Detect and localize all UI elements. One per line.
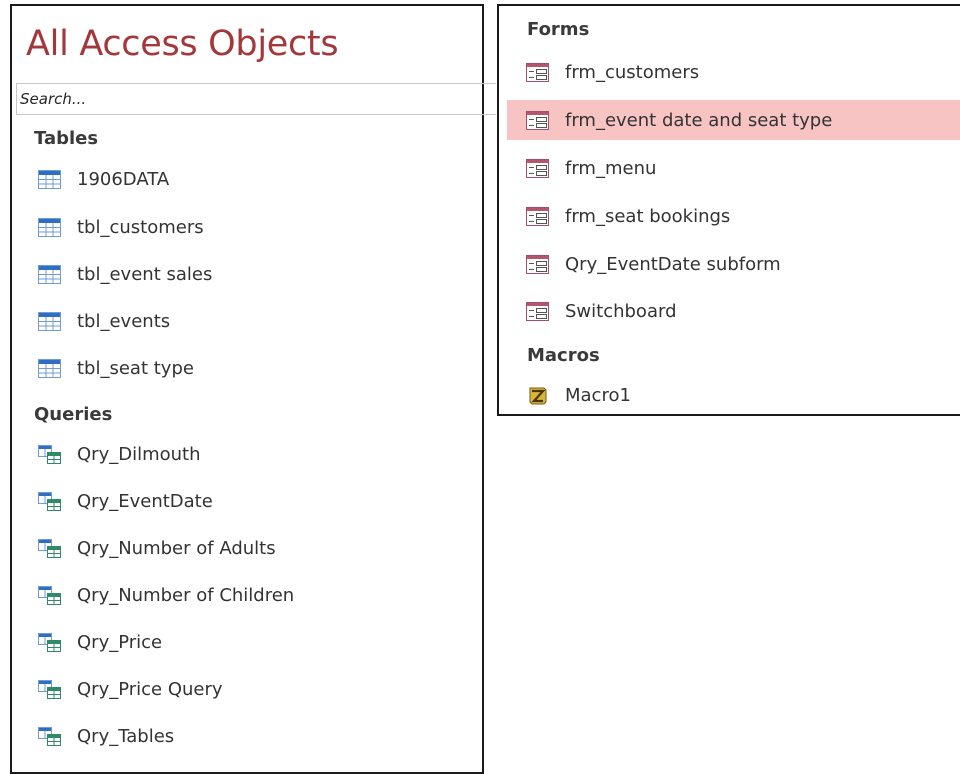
list-item-table[interactable]: tbl_event sales (34, 254, 474, 294)
query-label: Qry_Tables (77, 725, 175, 747)
list-item-form[interactable]: frm_menu (507, 148, 960, 188)
table-icon (38, 217, 61, 237)
list-item-table[interactable]: tbl_events (34, 301, 474, 341)
table-label: 1906DATA (77, 168, 170, 190)
list-item-query[interactable]: Qry_Price Query (34, 669, 474, 709)
form-icon (526, 206, 549, 226)
search-box[interactable] (16, 83, 496, 115)
navigation-pane-right: Forms frm_customers frm_event date and s… (497, 4, 960, 416)
list-item-table[interactable]: tbl_customers (34, 207, 474, 247)
query-icon (38, 585, 61, 605)
group-header-forms[interactable]: Forms (527, 19, 589, 40)
query-icon (38, 679, 61, 699)
macro-label: Macro1 (565, 384, 631, 406)
group-header-queries[interactable]: Queries (34, 404, 112, 425)
group-header-macros[interactable]: Macros (527, 345, 600, 366)
pane-title[interactable]: All Access Objects (26, 24, 339, 64)
table-icon (38, 358, 61, 378)
search-input[interactable] (20, 90, 496, 108)
table-label: tbl_event sales (77, 263, 213, 285)
list-item-query[interactable]: Qry_Price (34, 622, 474, 662)
list-item-query[interactable]: Qry_Number of Children (34, 575, 474, 615)
query-label: Qry_EventDate (77, 490, 213, 512)
query-icon (38, 726, 61, 746)
form-icon (526, 254, 549, 274)
form-icon (526, 110, 549, 130)
table-label: tbl_events (77, 310, 171, 332)
list-item-table[interactable]: 1906DATA (34, 159, 474, 199)
query-icon (38, 491, 61, 511)
form-icon (526, 62, 549, 82)
list-item-form[interactable]: frm_seat bookings (507, 196, 960, 236)
form-icon (526, 301, 549, 321)
query-label: Qry_Number of Adults (77, 537, 276, 559)
list-item-query[interactable]: Qry_Number of Adults (34, 528, 474, 568)
list-item-query[interactable]: Qry_EventDate (34, 481, 474, 521)
list-item-table[interactable]: tbl_seat type (34, 348, 474, 388)
navigation-pane-left: All Access Objects Tables 1906DATA tbl_c… (10, 4, 496, 774)
query-icon (38, 444, 61, 464)
table-icon (38, 169, 61, 189)
list-item-form[interactable]: Switchboard (507, 291, 960, 331)
query-label: Qry_Price (77, 631, 163, 653)
list-item-query[interactable]: Qry_Dilmouth (34, 434, 474, 474)
table-label: tbl_customers (77, 216, 204, 238)
table-icon (38, 311, 61, 331)
list-item-form[interactable]: frm_customers (507, 52, 960, 92)
form-label: Qry_EventDate subform (565, 253, 781, 275)
list-item-macro[interactable]: Macro1 (507, 375, 960, 415)
list-item-form-selected[interactable]: frm_event date and seat type (507, 100, 960, 140)
query-label: Qry_Price Query (77, 678, 223, 700)
form-label: frm_seat bookings (565, 205, 731, 227)
list-item-form[interactable]: Qry_EventDate subform (507, 244, 960, 284)
table-icon (38, 264, 61, 284)
form-label: frm_event date and seat type (565, 109, 833, 131)
list-item-query[interactable]: Qry_Tables (34, 716, 474, 756)
form-icon (526, 158, 549, 178)
form-label: frm_menu (565, 157, 657, 179)
query-label: Qry_Number of Children (77, 584, 295, 606)
query-label: Qry_Dilmouth (77, 443, 201, 465)
group-header-tables[interactable]: Tables (34, 128, 98, 149)
query-icon (38, 632, 61, 652)
macro-icon (529, 387, 547, 404)
form-label: frm_customers (565, 61, 700, 83)
table-label: tbl_seat type (77, 357, 194, 379)
form-label: Switchboard (565, 300, 677, 322)
query-icon (38, 538, 61, 558)
